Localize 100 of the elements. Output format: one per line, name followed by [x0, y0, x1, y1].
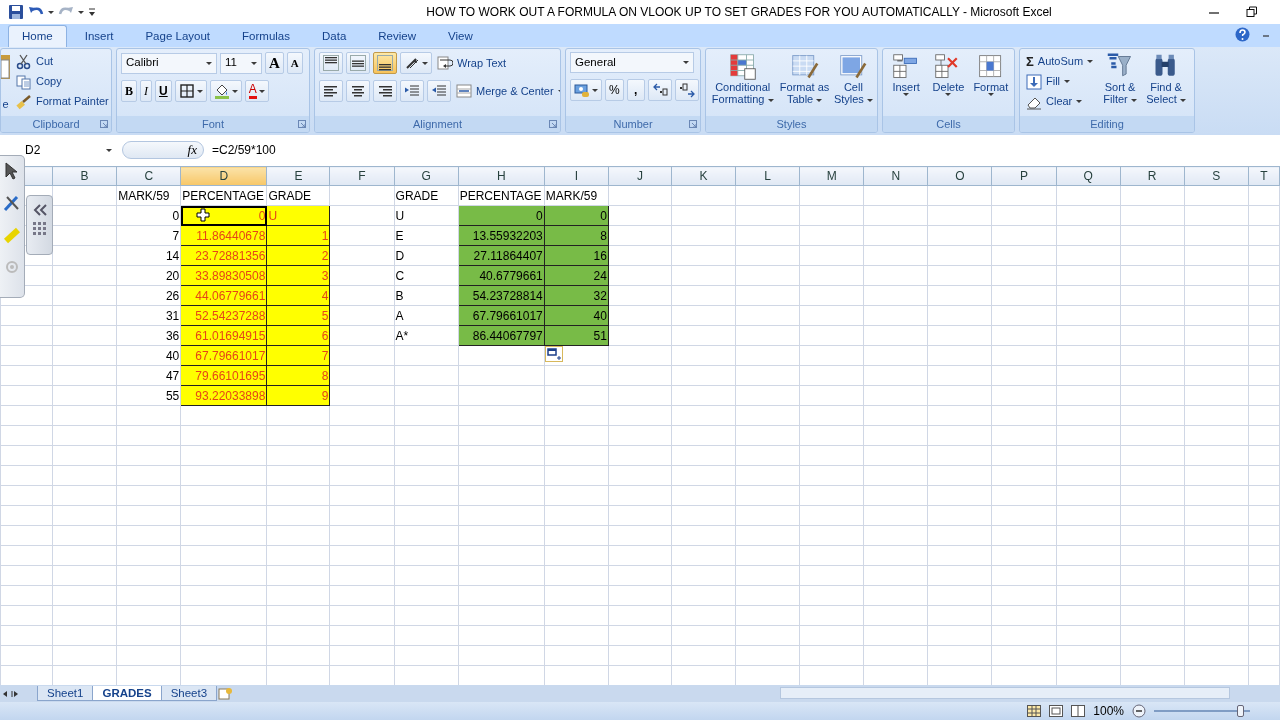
column-header[interactable]: H: [458, 166, 545, 186]
table-cell[interactable]: D: [394, 245, 459, 266]
zoom-slider-thumb[interactable]: [1237, 705, 1245, 717]
bottom-align-button[interactable]: [373, 52, 397, 74]
column-header[interactable]: L: [735, 166, 800, 186]
table-cell[interactable]: 47: [116, 365, 181, 386]
table-cell[interactable]: B: [394, 285, 459, 306]
pointer-icon[interactable]: [5, 162, 19, 180]
table-cell[interactable]: A: [394, 305, 459, 326]
clear-button[interactable]: Clear: [1024, 92, 1096, 111]
column-header[interactable]: J: [608, 166, 672, 186]
formula-field[interactable]: =C2/59*100: [212, 141, 276, 159]
top-align-button[interactable]: [319, 52, 343, 74]
ribbon-tab[interactable]: Home: [8, 25, 67, 47]
name-box[interactable]: D2: [0, 141, 118, 159]
autosum-button[interactable]: Σ AutoSum: [1024, 52, 1096, 71]
bold-button[interactable]: B: [121, 80, 137, 102]
column-header[interactable]: M: [799, 166, 864, 186]
table-cell[interactable]: U: [394, 205, 459, 226]
page-break-icon[interactable]: [1071, 705, 1086, 717]
zoom-level[interactable]: 100%: [1093, 702, 1124, 720]
dialog-launcher-icon[interactable]: [298, 120, 306, 128]
column-header[interactable]: S: [1184, 166, 1249, 186]
sheet-tab[interactable]: Sheet1: [37, 686, 94, 701]
table-cell[interactable]: 0: [116, 205, 181, 226]
merge-center-button[interactable]: Merge & Center: [454, 81, 560, 101]
table-cell[interactable]: 7: [116, 225, 181, 246]
increase-indent-button[interactable]: [427, 80, 451, 102]
align-left-button[interactable]: [319, 80, 343, 102]
sheet-tab[interactable]: GRADES: [92, 686, 162, 701]
table-cell[interactable]: 36: [116, 325, 181, 346]
cell-styles-button[interactable]: Cell Styles: [833, 52, 873, 113]
align-right-button[interactable]: [373, 80, 397, 102]
cut-button[interactable]: Cut: [14, 52, 111, 71]
dialog-launcher-icon[interactable]: [689, 120, 697, 128]
table-cell[interactable]: 40: [116, 345, 181, 366]
save-icon[interactable]: [8, 4, 24, 20]
table-cell[interactable]: A*: [394, 325, 459, 346]
pen-icon[interactable]: [3, 194, 21, 212]
column-header[interactable]: G: [394, 166, 459, 186]
column-header[interactable]: Q: [1056, 166, 1121, 186]
italic-button[interactable]: I: [140, 80, 152, 102]
table-cell[interactable]: 31: [116, 305, 181, 326]
delete-button[interactable]: Delete: [929, 52, 968, 113]
horizontal-scrollbar[interactable]: [780, 687, 1230, 699]
column-header[interactable]: R: [1120, 166, 1185, 186]
font-size-field[interactable]: 11: [220, 52, 262, 74]
restore-icon[interactable]: [1246, 6, 1258, 18]
orientation-button[interactable]: [400, 52, 432, 74]
table-cell[interactable]: 55: [116, 385, 181, 406]
column-header[interactable]: P: [991, 166, 1057, 186]
fill-button[interactable]: Fill: [1024, 72, 1096, 91]
column-header[interactable]: I: [544, 166, 609, 186]
paste-options-icon[interactable]: [545, 346, 563, 362]
conditional-formatting-button[interactable]: Conditional Formatting: [710, 52, 776, 113]
underline-button[interactable]: U: [155, 80, 172, 102]
table-cell[interactable]: MARK/59: [544, 185, 609, 206]
currency-button[interactable]: [570, 79, 602, 101]
font-color-button[interactable]: A: [244, 80, 269, 102]
column-header[interactable]: T: [1248, 166, 1280, 186]
column-header[interactable]: F: [330, 166, 395, 186]
sort-filter-button[interactable]: Sort & Filter: [1099, 52, 1142, 113]
column-header[interactable]: C: [116, 166, 181, 186]
normal-view-icon[interactable]: [1027, 705, 1042, 717]
shrink-font-button[interactable]: A: [286, 52, 303, 74]
decrease-decimal-button[interactable]: [674, 79, 699, 101]
insert-function-button[interactable]: fx: [122, 141, 204, 159]
next-sheet-icon[interactable]: [10, 688, 20, 699]
format-button[interactable]: Format: [971, 52, 1010, 113]
percent-button[interactable]: %: [605, 79, 624, 101]
column-header[interactable]: O: [927, 166, 992, 186]
font-name-field[interactable]: Calibri: [121, 52, 217, 74]
grow-font-button[interactable]: A: [265, 52, 284, 74]
column-header[interactable]: N: [863, 166, 928, 186]
ribbon-tab[interactable]: Data: [308, 25, 361, 47]
table-cell[interactable]: E: [394, 225, 459, 246]
fill-color-button[interactable]: [209, 80, 242, 102]
ribbon-tab[interactable]: Page Layout: [131, 25, 225, 47]
ribbon-tab[interactable]: View: [434, 25, 487, 47]
insert-button[interactable]: Insert: [887, 52, 926, 113]
page-layout-icon[interactable]: [1049, 705, 1064, 717]
ribbon-tab[interactable]: Formulas: [228, 25, 304, 47]
comma-button[interactable]: ,: [626, 79, 645, 101]
dialog-launcher-icon[interactable]: [100, 120, 108, 128]
borders-button[interactable]: [174, 80, 207, 102]
table-cell[interactable]: PERCENTAGE: [458, 185, 545, 206]
table-cell[interactable]: PERCENTAGE: [180, 185, 267, 206]
help-icon[interactable]: [1235, 27, 1250, 42]
center-button[interactable]: [346, 80, 370, 102]
collapse-icon[interactable]: [32, 204, 47, 216]
table-cell[interactable]: GRADE: [394, 185, 459, 206]
wrap-text-button[interactable]: Wrap Text: [435, 53, 509, 73]
number-format-field[interactable]: General: [570, 52, 694, 73]
table-cell[interactable]: 14: [116, 245, 181, 266]
table-cell[interactable]: 20: [116, 265, 181, 286]
increase-decimal-button[interactable]: [647, 79, 672, 101]
table-cell[interactable]: GRADE: [266, 185, 330, 206]
column-header[interactable]: D: [180, 166, 267, 186]
zoom-out-icon[interactable]: [1132, 704, 1146, 718]
format-as-table-button[interactable]: Format as Table: [779, 52, 830, 113]
